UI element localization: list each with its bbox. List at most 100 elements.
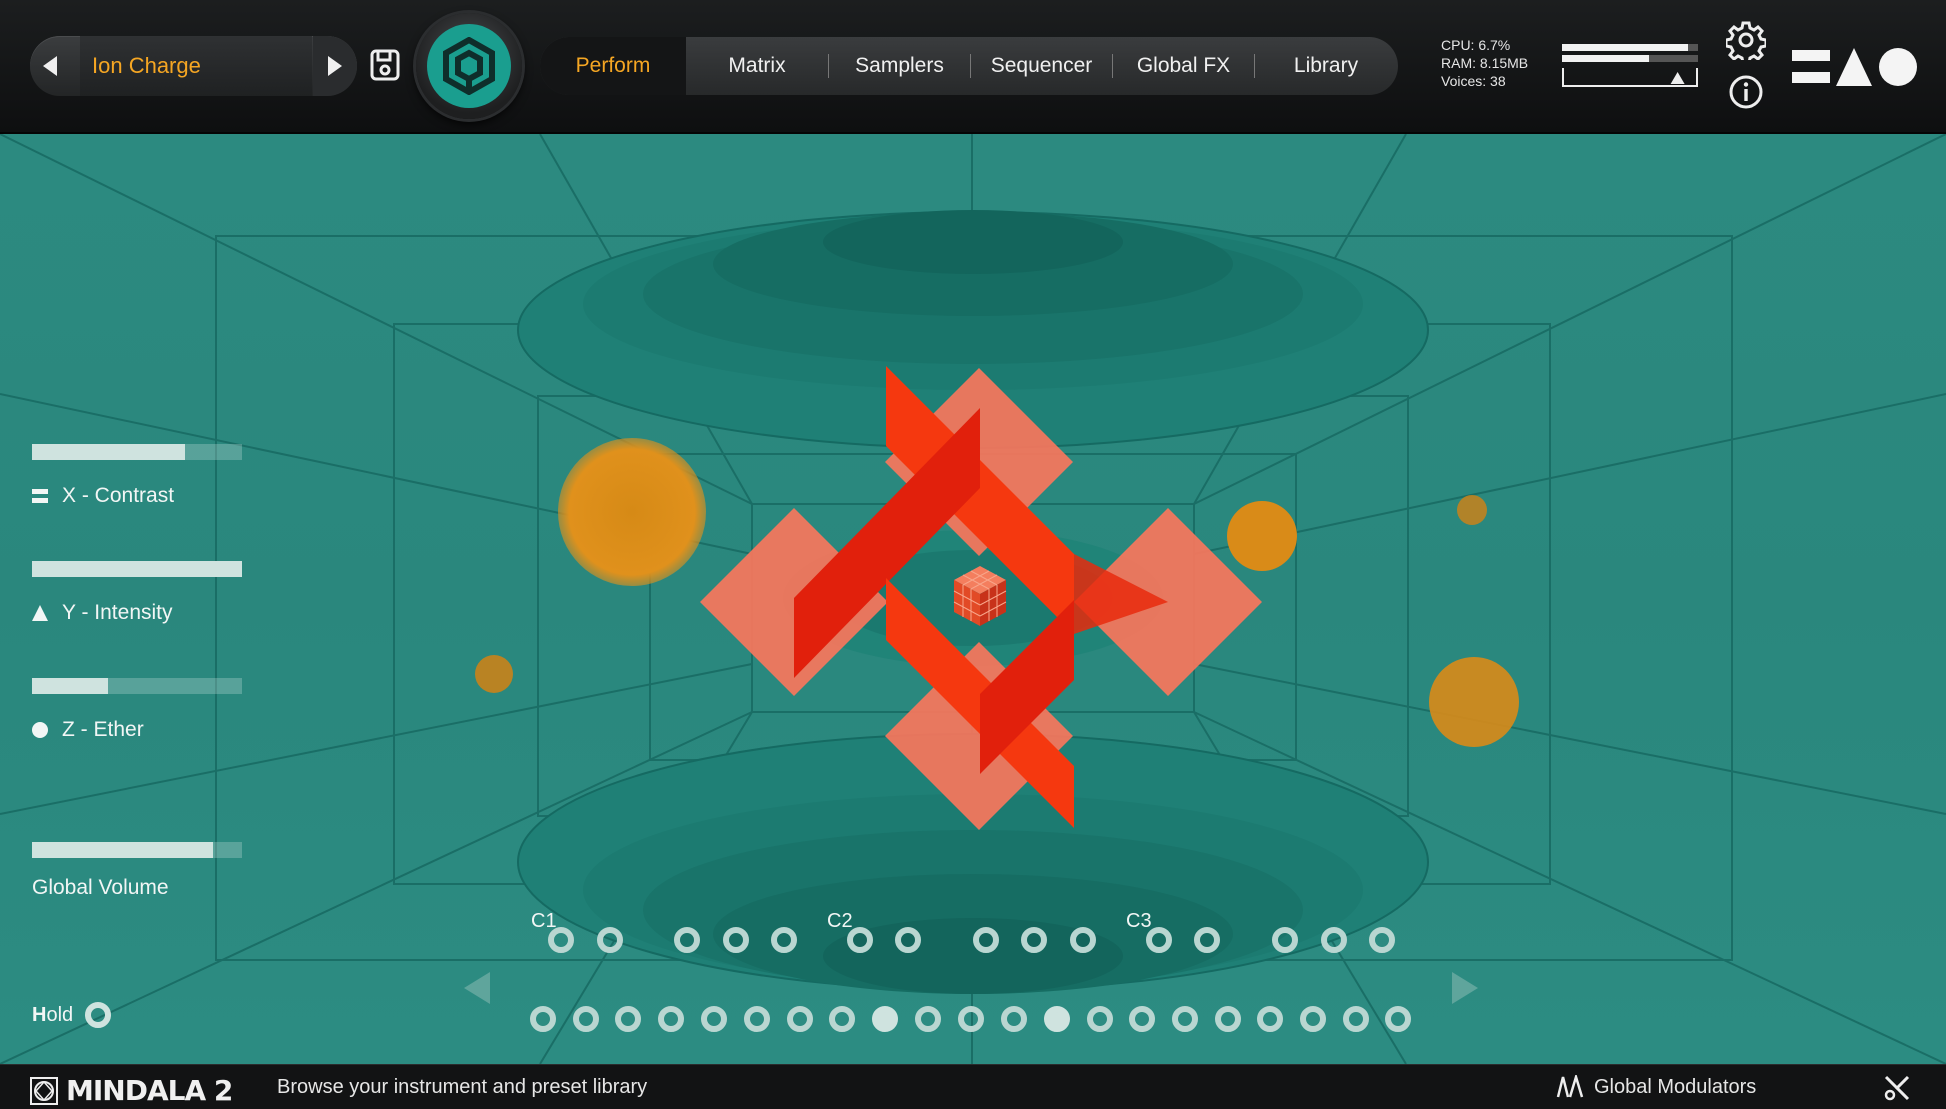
triangle-icon [32, 605, 48, 622]
tab-label: Global FX [1136, 54, 1231, 77]
tab-library[interactable]: Library [1255, 37, 1397, 95]
black-key-10[interactable] [1146, 927, 1172, 953]
global-modulators-button[interactable]: Global Modulators [1556, 1075, 1756, 1099]
preset-name[interactable]: Ion Charge [80, 36, 312, 96]
white-key-2[interactable] [615, 1006, 641, 1032]
meter-scale [1562, 68, 1698, 87]
black-key-2[interactable] [674, 927, 700, 953]
white-key-17[interactable] [1257, 1006, 1283, 1032]
black-key-6[interactable] [895, 927, 921, 953]
hold-label-rest: old [46, 1003, 74, 1026]
white-key-15[interactable] [1172, 1006, 1198, 1032]
white-key-3[interactable] [658, 1006, 684, 1032]
black-key-3[interactable] [723, 927, 749, 953]
white-key-8[interactable] [872, 1006, 898, 1032]
white-key-5[interactable] [744, 1006, 770, 1032]
orb-medium [1227, 501, 1297, 571]
hold-toggle[interactable]: Hold [32, 1002, 112, 1028]
global-volume-label: Global Volume [32, 876, 169, 899]
tab-label: Matrix [728, 54, 786, 77]
white-key-0[interactable] [530, 1006, 556, 1032]
black-key-8[interactable] [1021, 927, 1047, 953]
footer-logo: MINDALA 2 [30, 1074, 233, 1107]
white-key-1[interactable] [573, 1006, 599, 1032]
black-key-9[interactable] [1070, 927, 1096, 953]
octave-label-c2: C2 [827, 910, 853, 932]
meter-marker-icon [1670, 72, 1685, 84]
perform-stage[interactable]: X - Contrast Y - Intensity Z - Ether Glo… [0, 134, 1946, 1064]
x-contrast-slider[interactable] [32, 444, 242, 460]
white-key-18[interactable] [1300, 1006, 1326, 1032]
settings-gear-icon [1724, 21, 1768, 65]
circle-icon [32, 722, 48, 739]
orb-large [558, 438, 706, 586]
voices-stat: Voices: 38 [1441, 73, 1506, 89]
tab-samplers[interactable]: Samplers [829, 37, 970, 95]
white-key-19[interactable] [1343, 1006, 1369, 1032]
meter-fill-bottom [1562, 55, 1650, 62]
tab-perform[interactable]: Perform [540, 37, 686, 95]
orb-small-left [475, 655, 513, 693]
tab-matrix[interactable]: Matrix [686, 37, 828, 95]
black-key-5[interactable] [847, 927, 873, 953]
orb-medium-right [1429, 657, 1519, 747]
main-tab-bar: Perform Matrix Samplers Sequencer Global… [540, 37, 1398, 95]
ram-stat: RAM: 8.15MB [1441, 55, 1529, 71]
mindala-logo-button[interactable] [416, 13, 522, 119]
info-icon [1729, 75, 1763, 109]
octave-down-arrow-icon[interactable] [462, 970, 492, 1006]
white-key-4[interactable] [701, 1006, 727, 1032]
next-arrow-icon [328, 56, 342, 76]
black-key-12[interactable] [1272, 927, 1298, 953]
slider-fill [32, 842, 213, 858]
black-key-0[interactable] [548, 927, 574, 953]
tab-global-fx[interactable]: Global FX [1113, 37, 1254, 95]
white-key-7[interactable] [829, 1006, 855, 1032]
y-intensity-slider[interactable] [32, 561, 242, 577]
top-bar: Ion Charge Perform Matrix Samplers Seque… [0, 0, 1946, 134]
next-preset-button[interactable] [313, 36, 357, 96]
midi-learn-tool-icon[interactable] [1882, 1073, 1912, 1103]
modulator-wave-icon [1556, 1075, 1584, 1098]
white-key-14[interactable] [1129, 1006, 1155, 1032]
black-key-14[interactable] [1369, 927, 1395, 953]
prev-arrow-icon [43, 56, 57, 76]
global-volume-slider[interactable] [32, 842, 242, 858]
white-key-13[interactable] [1087, 1006, 1113, 1032]
black-key-1[interactable] [597, 927, 623, 953]
white-key-16[interactable] [1215, 1006, 1241, 1032]
param-label: Z - Ether [62, 718, 144, 741]
tab-sequencer[interactable]: Sequencer [971, 37, 1112, 95]
octave-up-arrow-icon[interactable] [1450, 970, 1480, 1006]
white-key-10[interactable] [958, 1006, 984, 1032]
prev-preset-button[interactable] [30, 36, 70, 96]
black-key-7[interactable] [973, 927, 999, 953]
footer-app-title: MINDALA 2 [66, 1074, 233, 1107]
meter-track-top [1562, 44, 1698, 51]
white-key-6[interactable] [787, 1006, 813, 1032]
white-key-9[interactable] [915, 1006, 941, 1032]
hold-label: Hold [32, 1004, 73, 1027]
black-key-4[interactable] [771, 927, 797, 953]
tab-label: Samplers [855, 54, 944, 77]
z-ether-slider[interactable] [32, 678, 242, 694]
preset-selector: Ion Charge [30, 36, 357, 96]
white-key-11[interactable] [1001, 1006, 1027, 1032]
black-key-13[interactable] [1321, 927, 1347, 953]
footer-bar: MINDALA 2 Browse your instrument and pre… [0, 1064, 1946, 1109]
footer-hint-text: Browse your instrument and preset librar… [277, 1076, 648, 1098]
tab-label: Perform [575, 54, 651, 77]
save-button[interactable] [370, 48, 400, 82]
white-key-12[interactable] [1044, 1006, 1070, 1032]
info-button[interactable] [1728, 74, 1764, 110]
mindala-logo-icon [443, 37, 495, 95]
slider-fill [32, 678, 108, 694]
perform-visualizer[interactable] [0, 134, 1946, 1064]
settings-button[interactable] [1724, 20, 1768, 65]
hold-ring-icon [85, 1002, 112, 1028]
black-key-11[interactable] [1194, 927, 1220, 953]
orb-small-right [1457, 495, 1487, 525]
white-key-20[interactable] [1385, 1006, 1411, 1032]
output-level-meter[interactable] [1562, 44, 1698, 88]
meter-fill-top [1562, 44, 1689, 51]
